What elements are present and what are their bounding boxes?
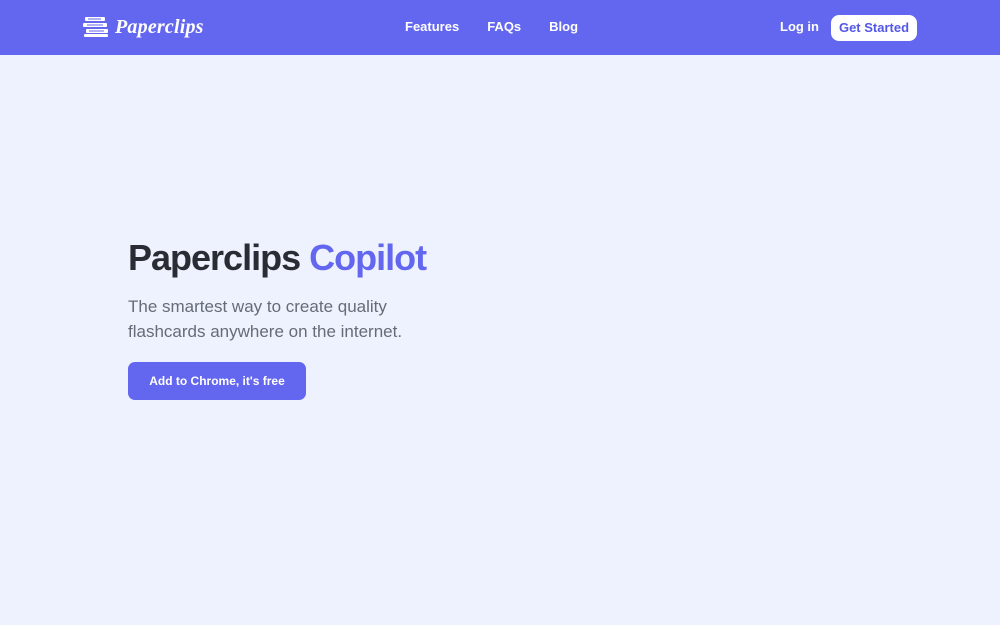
hero-title: Paperclips Copilot (128, 236, 548, 280)
hero-title-main: Paperclips (128, 237, 301, 278)
top-navbar: Paperclips Features FAQs Blog Log in Get… (0, 0, 1000, 55)
nav-link-faqs[interactable]: FAQs (487, 18, 521, 36)
main-nav: Features FAQs Blog (405, 18, 606, 36)
hero-subtitle: The smartest way to create quality flash… (128, 297, 403, 341)
nav-link-features[interactable]: Features (405, 18, 459, 36)
get-started-button[interactable]: Get Started (831, 15, 917, 41)
brand-logo-link[interactable]: Paperclips (83, 14, 204, 40)
nav-link-blog[interactable]: Blog (549, 18, 578, 36)
paperclips-logo-icon (83, 17, 108, 37)
add-to-chrome-button[interactable]: Add to Chrome, it's free (128, 362, 306, 400)
hero-title-accent: Copilot (309, 237, 427, 278)
login-link[interactable]: Log in (780, 18, 819, 36)
hero-section: Paperclips Copilot The smartest way to c… (128, 236, 548, 400)
brand-name: Paperclips (115, 15, 204, 38)
